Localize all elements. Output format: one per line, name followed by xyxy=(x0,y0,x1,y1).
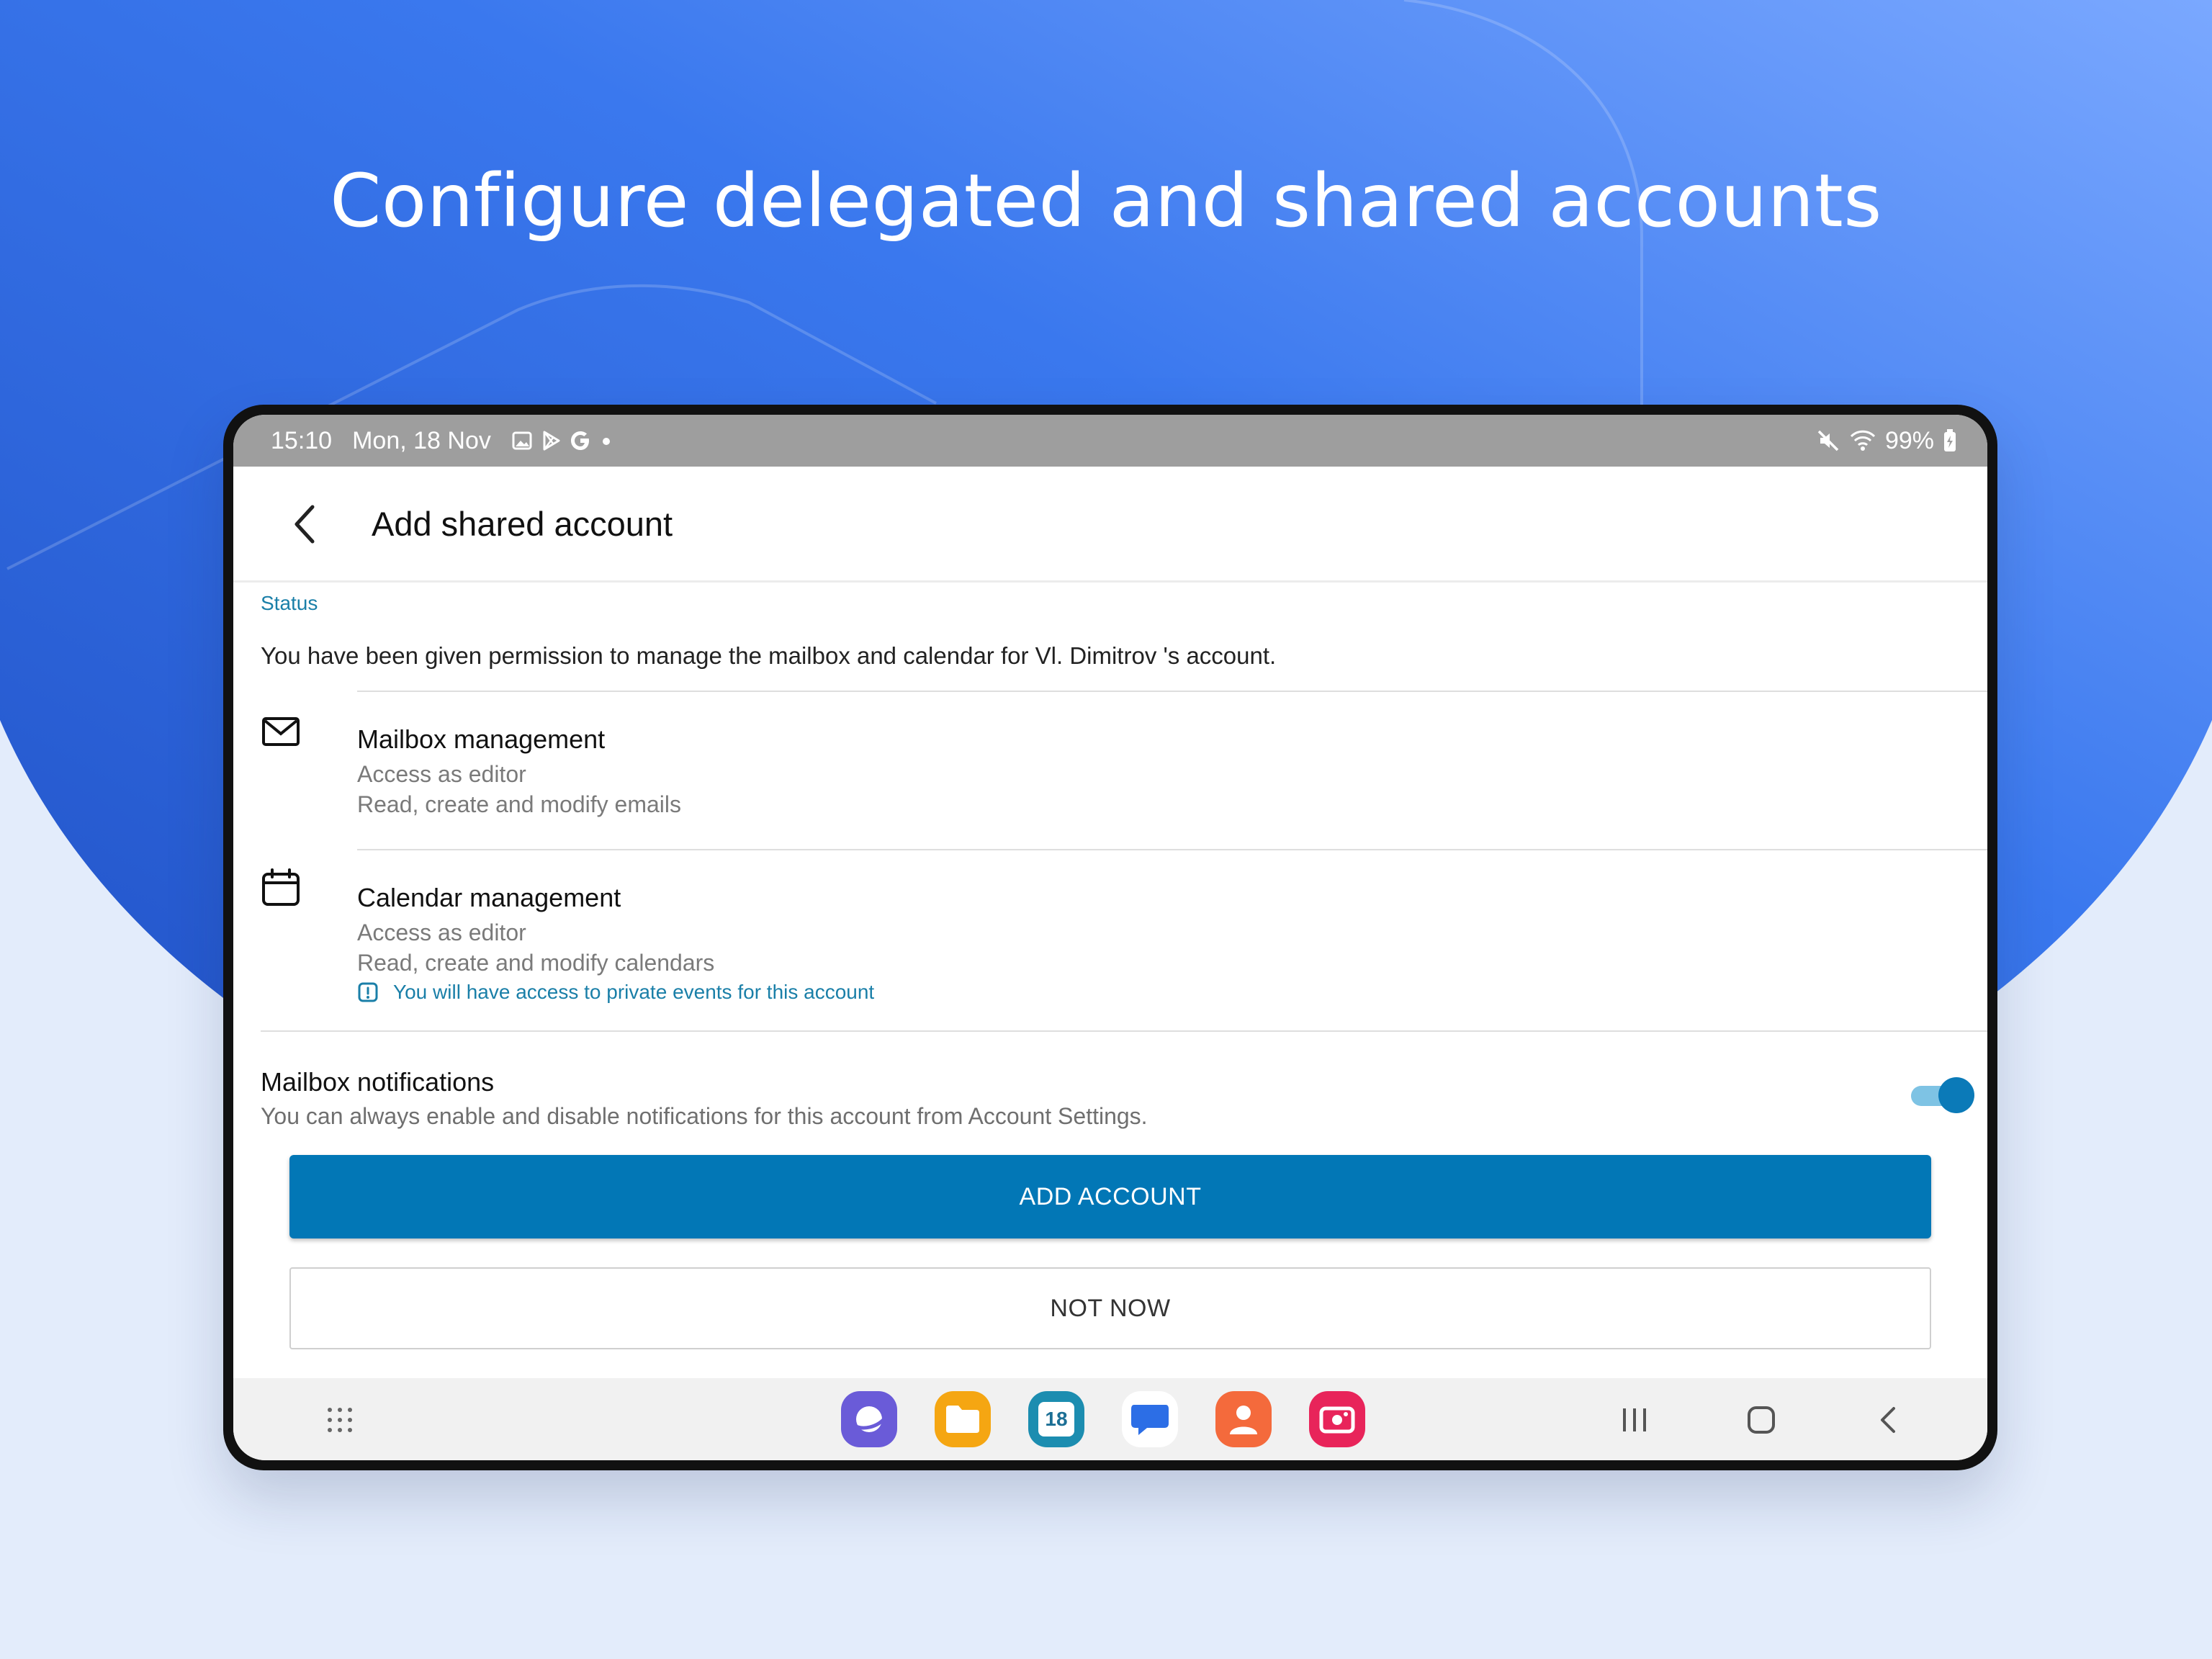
messages-icon[interactable] xyxy=(1122,1391,1178,1447)
status-time: 15:10 xyxy=(271,426,333,454)
my-files-icon[interactable] xyxy=(935,1391,991,1447)
mail-icon xyxy=(262,717,300,746)
battery-icon xyxy=(1944,429,1956,451)
chat-bubble-glyph xyxy=(1131,1405,1169,1435)
browser-planet-glyph xyxy=(852,1406,888,1432)
headline: Configure delegated and shared accounts xyxy=(330,158,1882,244)
mute-icon xyxy=(1817,430,1839,451)
contacts-icon[interactable] xyxy=(1215,1391,1272,1447)
home-button[interactable] xyxy=(1740,1398,1783,1442)
permission-access: Access as editor xyxy=(357,761,526,787)
calendar-app-glyph: 18 xyxy=(1038,1402,1074,1437)
apps-grid-icon[interactable] xyxy=(325,1406,354,1434)
wifi-icon xyxy=(1850,430,1875,451)
recents-icon xyxy=(1623,1408,1646,1431)
person-glyph xyxy=(1230,1406,1257,1434)
add-account-button[interactable]: ADD ACCOUNT xyxy=(289,1155,1931,1238)
calendar-app-icon[interactable]: 18 xyxy=(1028,1391,1084,1447)
gallery-icon xyxy=(512,431,532,450)
info-icon xyxy=(358,982,378,1002)
private-events-note: You will have access to private events f… xyxy=(357,981,874,1004)
tablet-device: 15:10 Mon, 18 Nov 99% Add shared account… xyxy=(223,405,1997,1470)
permission-description: Read, create and modify emails xyxy=(357,791,681,817)
notifications-toggle[interactable] xyxy=(1910,1074,1974,1115)
notifications-title: Mailbox notifications xyxy=(261,1067,495,1097)
google-icon xyxy=(570,431,589,450)
taskbar: 18 xyxy=(233,1378,1987,1460)
permission-access: Access as editor xyxy=(357,920,526,945)
status-text: You have been given permission to manage… xyxy=(261,642,1277,669)
back-button[interactable] xyxy=(278,497,333,552)
permission-title: Calendar management xyxy=(357,883,621,912)
status-bar: 15:10 Mon, 18 Nov 99% xyxy=(233,415,1987,467)
page-title: Add shared account xyxy=(372,505,673,543)
calendar-app-day: 18 xyxy=(1045,1408,1068,1430)
private-events-note-text: You will have access to private events f… xyxy=(393,981,875,1003)
calendar-icon xyxy=(262,868,300,906)
chevron-left-icon xyxy=(295,505,315,544)
notifications-description: You can always enable and disable notifi… xyxy=(261,1103,1148,1129)
home-icon xyxy=(1748,1406,1775,1434)
divider xyxy=(357,849,1987,850)
permission-title: Mailbox management xyxy=(357,724,606,754)
status-section-label: Status xyxy=(261,592,318,614)
recents-button[interactable] xyxy=(1613,1398,1656,1442)
toggle-thumb xyxy=(1938,1077,1974,1113)
divider xyxy=(261,1030,1987,1032)
folder-glyph xyxy=(946,1406,979,1433)
permission-description: Read, create and modify calendars xyxy=(357,950,715,976)
screen-recorder-icon[interactable] xyxy=(1309,1391,1365,1447)
divider xyxy=(357,691,1987,692)
device-screen: 15:10 Mon, 18 Nov 99% Add shared account… xyxy=(233,415,1987,1460)
status-date: Mon, 18 Nov xyxy=(352,426,491,454)
app-bar: Add shared account xyxy=(233,467,1987,583)
battery-percent: 99% xyxy=(1884,426,1934,454)
back-icon xyxy=(1881,1407,1895,1433)
camera-glyph xyxy=(1319,1406,1355,1434)
nav-back-button[interactable] xyxy=(1866,1398,1910,1442)
play-store-icon xyxy=(543,431,560,451)
not-now-button[interactable]: NOT NOW xyxy=(289,1267,1931,1349)
internet-browser-icon[interactable] xyxy=(841,1391,897,1447)
more-dot-icon xyxy=(602,438,610,445)
